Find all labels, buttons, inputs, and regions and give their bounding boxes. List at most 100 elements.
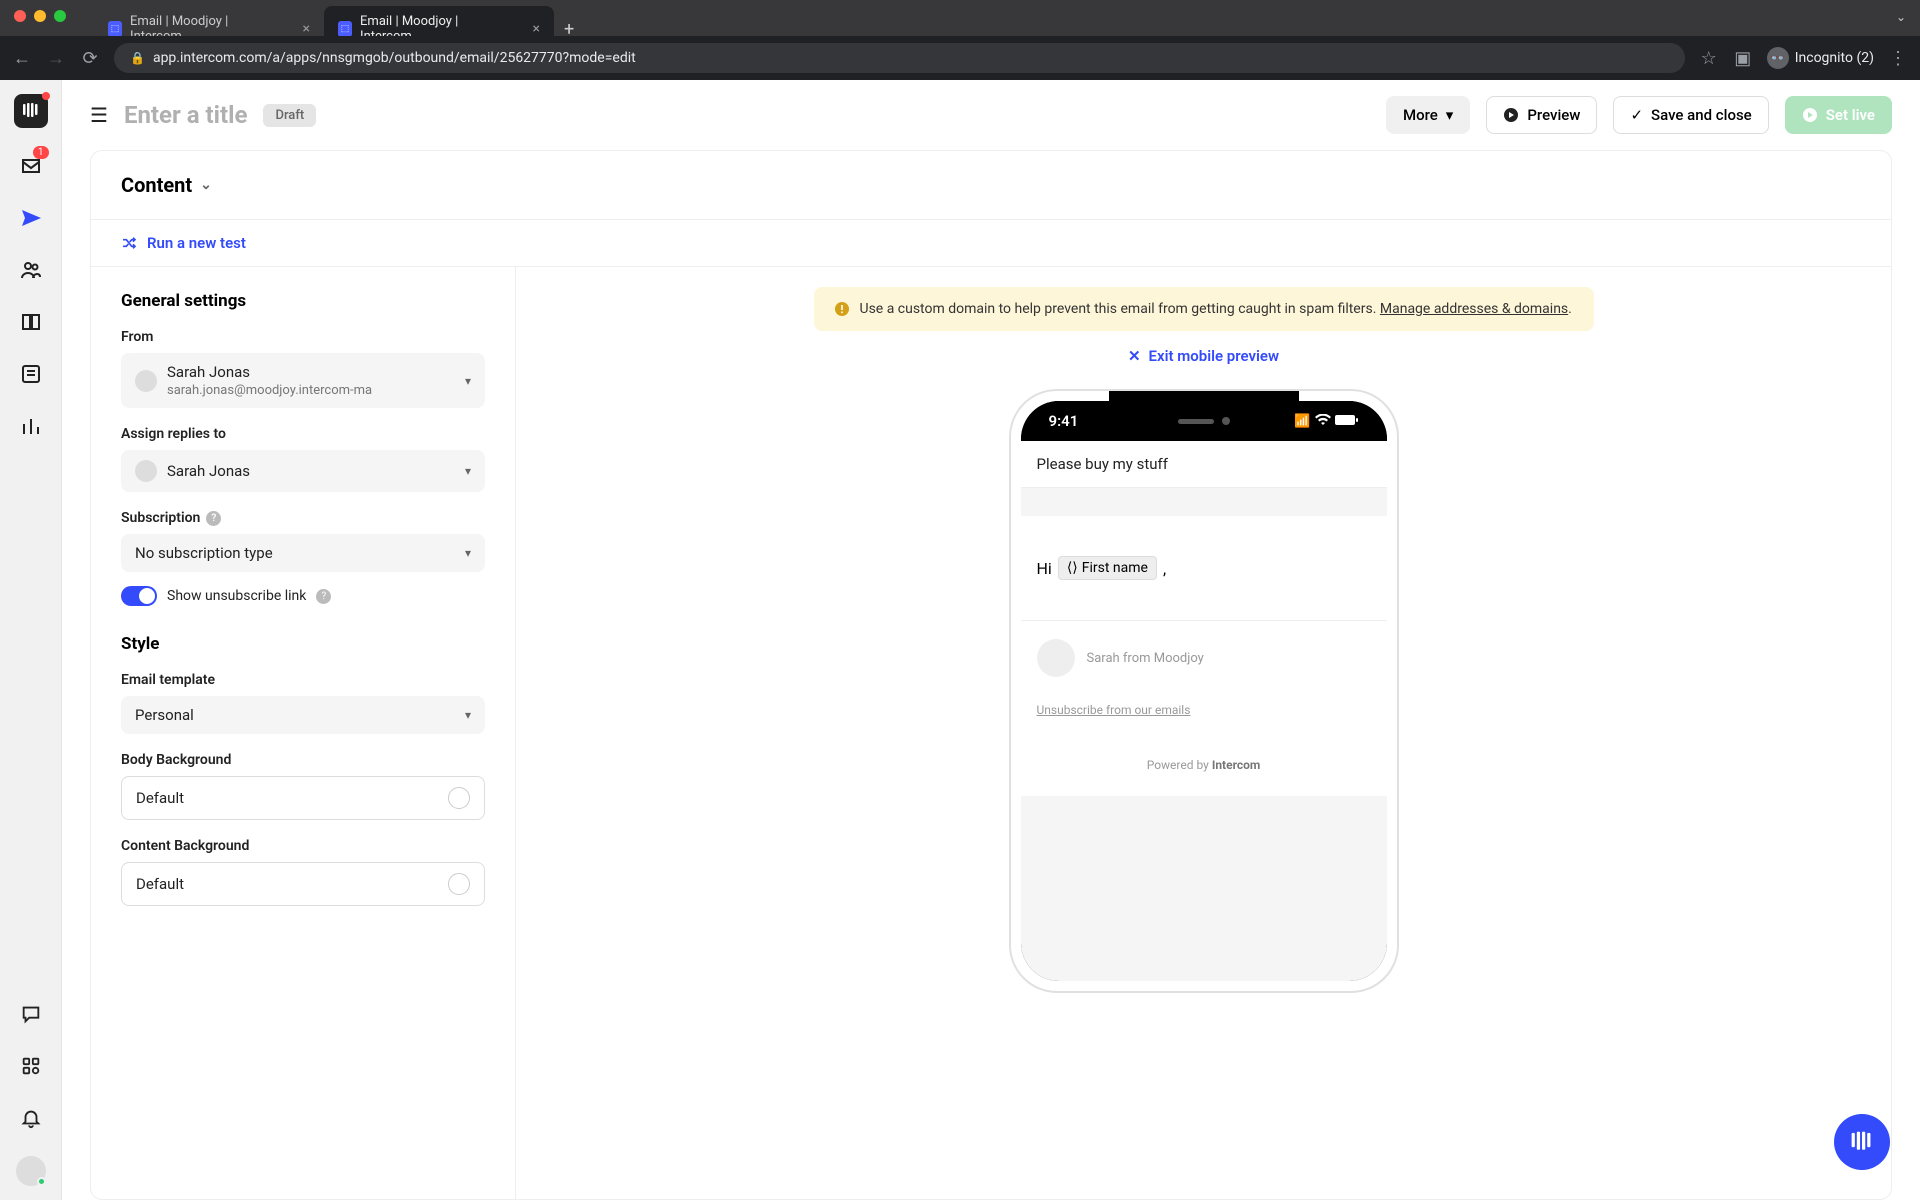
avatar-icon — [135, 460, 157, 482]
subscription-select[interactable]: No subscription type ▾ — [121, 534, 485, 572]
save-and-close-button[interactable]: ✓ Save and close — [1613, 96, 1768, 134]
intercom-logo[interactable] — [14, 94, 48, 128]
phone-preview: 9:41 📶 — [1009, 389, 1399, 993]
variable-icon: ⟨⟩ — [1067, 560, 1078, 576]
phone-time: 9:41 — [1049, 412, 1079, 430]
draft-badge: Draft — [263, 104, 316, 127]
phone-sensor-cluster — [1178, 417, 1230, 425]
window-minimize-button[interactable] — [34, 10, 46, 22]
unsubscribe-toggle[interactable] — [121, 586, 157, 606]
domain-warning-banner: Use a custom domain to help prevent this… — [814, 287, 1594, 331]
save-label: Save and close — [1651, 106, 1752, 124]
online-status-dot-icon — [37, 1177, 46, 1186]
preview-panel: Use a custom domain to help prevent this… — [516, 267, 1891, 1199]
from-label: From — [121, 329, 485, 345]
preview-button[interactable]: Preview — [1486, 96, 1597, 134]
menu-dots-icon[interactable]: ⋮ — [1888, 48, 1908, 69]
from-select[interactable]: Sarah Jonas sarah.jonas@moodjoy.intercom… — [121, 353, 485, 408]
help-icon[interactable]: ? — [206, 511, 221, 526]
template-select[interactable]: Personal ▾ — [121, 696, 485, 734]
template-value: Personal — [135, 706, 455, 724]
reload-button[interactable]: ⟳ — [80, 48, 100, 69]
operator-nav-icon[interactable] — [17, 360, 45, 388]
url-field[interactable]: 🔒 app.intercom.com/a/apps/nnsgmgob/outbo… — [114, 43, 1685, 73]
first-name-variable-chip: ⟨⟩ First name — [1058, 556, 1157, 580]
left-rail: 1 — [0, 80, 62, 1200]
articles-nav-icon[interactable] — [17, 308, 45, 336]
lock-icon: 🔒 — [130, 51, 145, 65]
notification-dot-icon — [42, 92, 50, 100]
close-icon: ✕ — [1128, 347, 1141, 365]
more-label: More — [1403, 106, 1438, 124]
window-maximize-button[interactable] — [54, 10, 66, 22]
from-email: sarah.jonas@moodjoy.intercom-ma — [167, 383, 455, 398]
panel-icon[interactable]: ▣ — [1733, 48, 1753, 69]
help-icon[interactable]: ? — [316, 589, 331, 604]
incognito-label: Incognito (2) — [1795, 50, 1874, 66]
check-icon: ✓ — [1630, 106, 1643, 124]
inbox-nav-icon[interactable]: 1 — [17, 152, 45, 180]
back-button[interactable]: ← — [12, 48, 32, 69]
chat-launcher-button[interactable] — [1834, 1114, 1890, 1170]
signal-icon: 📶 — [1294, 414, 1310, 429]
color-swatch-icon[interactable] — [448, 873, 470, 895]
content-bg-input[interactable]: Default — [121, 862, 485, 906]
sidebar-toggle-icon[interactable]: ☰ — [90, 103, 108, 127]
inbox-badge: 1 — [33, 146, 49, 159]
color-swatch-icon[interactable] — [448, 787, 470, 809]
bookmark-star-icon[interactable]: ☆ — [1699, 48, 1719, 69]
assign-label: Assign replies to — [121, 426, 485, 442]
sender-avatar-icon — [1037, 639, 1075, 677]
play-circle-icon — [1802, 107, 1818, 123]
assign-name: Sarah Jonas — [167, 462, 455, 480]
main-column: ☰ Enter a title Draft More ▾ Preview ✓ S… — [62, 80, 1920, 1200]
intercom-favicon-icon: ⬚ — [338, 21, 352, 37]
forward-button[interactable]: → — [46, 48, 66, 69]
email-body: Hi ⟨⟩ First name , — [1021, 516, 1387, 620]
tab-close-icon[interactable]: × — [303, 21, 310, 37]
run-new-test-link[interactable]: Run a new test — [91, 219, 1891, 267]
phone-camera-icon — [1222, 417, 1230, 425]
contacts-nav-icon[interactable] — [17, 256, 45, 284]
user-avatar[interactable] — [16, 1156, 46, 1186]
unsubscribe-toggle-row: Show unsubscribe link ? — [121, 586, 485, 606]
set-live-button[interactable]: Set live — [1785, 96, 1892, 134]
chevron-down-icon: ▾ — [1446, 106, 1454, 124]
email-footer: Sarah from Moodjoy Unsubscribe from our … — [1021, 620, 1387, 796]
shuffle-icon — [121, 235, 137, 251]
body-bg-input[interactable]: Default — [121, 776, 485, 820]
top-bar: ☰ Enter a title Draft More ▾ Preview ✓ S… — [62, 80, 1920, 150]
banner-text: Use a custom domain to help prevent this… — [860, 301, 1572, 317]
content-bg-value: Default — [136, 875, 184, 893]
reports-nav-icon[interactable] — [17, 412, 45, 440]
content-header[interactable]: Content ⌄ — [91, 151, 1891, 219]
browser-chrome: ⬚ Email | Moodjoy | Intercom × ⬚ Email |… — [0, 0, 1920, 80]
warning-icon — [834, 301, 850, 317]
content-title: Content — [121, 173, 192, 197]
manage-domains-link[interactable]: Manage addresses & domains — [1380, 301, 1568, 317]
notifications-nav-icon[interactable] — [17, 1104, 45, 1132]
apps-nav-icon[interactable] — [17, 1052, 45, 1080]
chevron-down-icon: ▾ — [465, 546, 471, 560]
avatar-icon — [135, 370, 157, 392]
incognito-icon: 👓 — [1767, 47, 1789, 69]
exit-mobile-preview-button[interactable]: ✕ Exit mobile preview — [1128, 347, 1279, 365]
messenger-nav-icon[interactable] — [17, 1000, 45, 1028]
incognito-badge[interactable]: 👓 Incognito (2) — [1767, 47, 1874, 69]
window-close-button[interactable] — [14, 10, 26, 22]
unsubscribe-link[interactable]: Unsubscribe from our emails — [1037, 703, 1191, 717]
url-text: app.intercom.com/a/apps/nnsgmgob/outboun… — [153, 50, 636, 66]
more-button[interactable]: More ▾ — [1386, 96, 1470, 134]
tabs-dropdown-icon[interactable]: ⌄ — [1896, 10, 1906, 24]
phone-speaker-icon — [1178, 419, 1214, 424]
style-heading: Style — [121, 634, 485, 654]
outbound-nav-icon[interactable] — [17, 204, 45, 232]
assign-select[interactable]: Sarah Jonas ▾ — [121, 450, 485, 492]
app-root: 1 ☰ Enter a t — [0, 80, 1920, 1200]
chevron-down-icon: ▾ — [465, 708, 471, 722]
email-subject: Please buy my stuff — [1021, 441, 1387, 488]
settings-panel: General settings From Sarah Jonas sarah.… — [91, 267, 516, 1199]
page-title[interactable]: Enter a title — [124, 101, 248, 129]
tab-close-icon[interactable]: × — [533, 21, 540, 37]
wifi-icon — [1315, 414, 1331, 429]
